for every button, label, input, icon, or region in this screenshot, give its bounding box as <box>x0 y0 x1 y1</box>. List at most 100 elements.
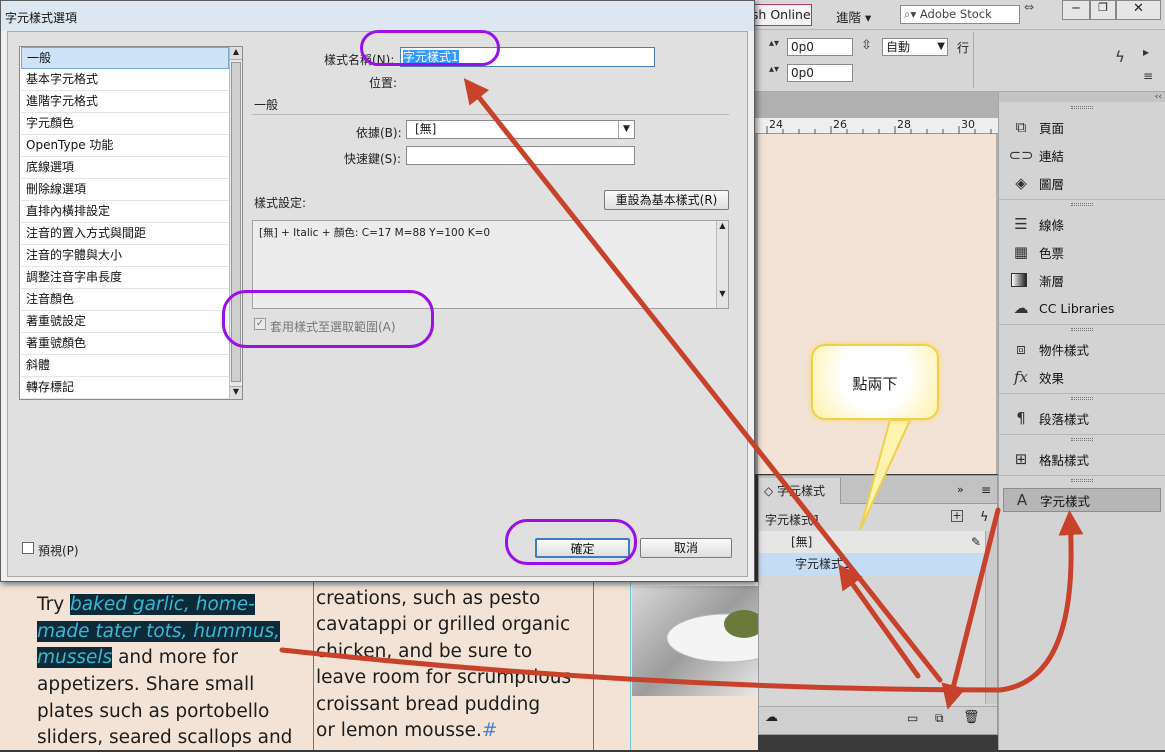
text-line[interactable]: mussels and more for <box>37 645 238 672</box>
panel-item-stroke[interactable]: ☰ 線條 <box>1011 212 1064 236</box>
divider <box>999 324 1165 325</box>
text-line[interactable]: Try baked garlic, home- <box>37 592 255 619</box>
grip-handle[interactable] <box>1071 106 1093 109</box>
list-item-selected[interactable]: 字元樣式1 <box>759 553 985 575</box>
apply-checkbox[interactable]: ✓ <box>254 318 266 330</box>
workspace-switcher[interactable]: 進階 ▾ <box>836 7 871 26</box>
new-style-icon[interactable]: ⧉ <box>935 711 944 726</box>
list-item[interactable]: 注音的字體與大小 <box>21 245 229 267</box>
edit-icon: ✎ <box>970 535 981 549</box>
list-item[interactable]: 斜體 <box>21 355 229 377</box>
sync-icon[interactable]: ⇔ <box>1024 0 1044 14</box>
baseline-field[interactable]: 0p0 <box>787 38 853 56</box>
panel-menu-icon[interactable]: ≡ <box>981 483 991 497</box>
minimize-button[interactable]: ─ <box>1062 0 1090 20</box>
list-item[interactable]: 基本字元格式 <box>21 69 229 91</box>
publish-online-label: sh Online <box>751 7 811 22</box>
panel-item-effects[interactable]: fx 效果 <box>1011 365 1064 389</box>
preview-checkbox[interactable] <box>22 542 34 554</box>
leading-field[interactable]: 自動 ▼ <box>882 38 948 56</box>
food-photo <box>632 586 788 696</box>
grip-handle[interactable] <box>1071 479 1093 482</box>
ruler-tick-label: 24 <box>769 118 783 131</box>
list-item[interactable]: 直排內橫排設定 <box>21 201 229 223</box>
cloud-icon[interactable]: ☁ <box>765 710 778 725</box>
list-item-selected[interactable]: 一般 <box>21 47 229 69</box>
scroll-down-icon[interactable]: ▼ <box>230 386 242 399</box>
add-style-icon[interactable]: + <box>951 510 963 522</box>
tab-character-styles[interactable]: ◇ 字元樣式 <box>759 478 841 504</box>
text-line[interactable]: creations, such as pesto <box>316 586 540 613</box>
restore-button[interactable]: ❐ <box>1090 0 1116 20</box>
grip-handle[interactable] <box>1071 203 1093 206</box>
expand-icon[interactable]: » <box>957 483 964 496</box>
selected-text: baked garlic, home- <box>70 594 255 615</box>
grip-handle[interactable] <box>1071 328 1093 331</box>
panel-item-links[interactable]: ⊂⊃ 連結 <box>1008 143 1064 167</box>
panel-item-gradient[interactable]: 漸層 <box>1011 268 1064 292</box>
panel-item-object-styles[interactable]: ⧈ 物件樣式 <box>1011 337 1089 361</box>
scrollbar[interactable] <box>985 531 997 704</box>
column-guide <box>593 582 594 750</box>
list-item[interactable]: 底線選項 <box>21 157 229 179</box>
style-name-input[interactable]: 字元樣式1 <box>400 47 655 67</box>
text-line[interactable]: chicken, and be sure to <box>316 639 532 666</box>
scrollbar[interactable]: ▲ ▼ <box>716 221 728 308</box>
list-item[interactable]: 刪除線選項 <box>21 179 229 201</box>
scroll-up-icon[interactable]: ▲ <box>230 47 242 60</box>
shift-field[interactable]: 0p0 <box>787 64 853 82</box>
ok-button[interactable]: 確定 <box>535 538 630 558</box>
text-line[interactable]: croissant bread pudding <box>316 692 540 719</box>
folder-icon[interactable]: ▭ <box>907 711 918 725</box>
text-line[interactable]: made tater tots, hummus, <box>37 619 281 646</box>
text-line[interactable]: sliders, seared scallops and <box>37 725 292 752</box>
text-line[interactable]: leave room for scrumptious <box>316 665 571 692</box>
stock-search-input[interactable]: ⌕▾ Adobe Stock <box>900 5 1020 24</box>
text-line[interactable]: cavatappi or grilled organic <box>316 612 570 639</box>
spinner-icon[interactable]: ▴▾ <box>769 64 779 75</box>
scroll-up-icon[interactable]: ▲ <box>717 221 728 230</box>
list-item[interactable]: 轉存標記 <box>21 377 229 399</box>
panel-item-grid-styles[interactable]: ⊞ 格點樣式 <box>1011 447 1089 471</box>
list-item[interactable]: 注音的置入方式與間距 <box>21 223 229 245</box>
list-item[interactable]: 進階字元格式 <box>21 91 229 113</box>
grip-handle[interactable] <box>1071 438 1093 441</box>
shortcut-input[interactable] <box>406 146 635 165</box>
lightning-icon[interactable]: ϟ <box>1115 48 1125 66</box>
text-line[interactable]: plates such as portobello <box>37 699 269 726</box>
cancel-button[interactable]: 取消 <box>640 538 732 558</box>
scrollbar-thumb[interactable] <box>231 62 241 382</box>
list-item[interactable]: 調整注音字串長度 <box>21 267 229 289</box>
trash-icon[interactable]: 🗑 <box>963 710 980 725</box>
apply-checkbox-label: 套用樣式至選取範圍(A) <box>270 320 396 334</box>
list-item[interactable]: 著重號顏色 <box>21 333 229 355</box>
based-on-select[interactable]: [無] ▼ <box>406 120 635 139</box>
panel-item-pages[interactable]: ⧉ 頁面 <box>1011 115 1064 139</box>
scrollbar[interactable]: ▲ ▼ <box>229 47 242 399</box>
reset-to-base-button[interactable]: 重設為基本樣式(R) <box>604 190 729 210</box>
links-icon: ⊂⊃ <box>1008 146 1034 164</box>
panel-item-cc-libraries[interactable]: ☁ CC Libraries <box>1011 296 1115 320</box>
panel-menu-icon[interactable]: ▸ ≡ <box>1143 40 1153 88</box>
scroll-down-icon[interactable]: ▼ <box>717 289 728 298</box>
panel-item-swatches[interactable]: ▦ 色票 <box>1011 240 1064 264</box>
text-line[interactable]: or lemon mousse.# <box>316 718 497 745</box>
close-button[interactable]: ✕ <box>1116 0 1161 20</box>
control-panel: ▴▾ 0p0 ⇳ 自動 ▼ 行 ▴▾ 0p0 ϟ ▸ ≡ <box>755 30 1165 92</box>
collapse-icon[interactable]: ‹‹ <box>999 92 1165 102</box>
list-item[interactable]: 字元顏色 <box>21 113 229 135</box>
panel-item-paragraph-styles[interactable]: ¶ 段落樣式 <box>1011 406 1089 430</box>
grip-handle[interactable] <box>1071 397 1093 400</box>
panel-item-character-styles[interactable]: A 字元樣式 <box>1003 488 1161 512</box>
panel-item-label: 效果 <box>1039 370 1065 386</box>
panel-item-label: 線條 <box>1039 217 1065 233</box>
spinner-icon[interactable]: ▴▾ <box>769 38 779 49</box>
text-line[interactable]: appetizers. Share small <box>37 672 254 699</box>
document-page <box>758 134 996 474</box>
list-item[interactable]: 注音顏色 <box>21 289 229 311</box>
list-item[interactable]: [無] ✎ <box>759 531 985 553</box>
panel-item-layers[interactable]: ◈ 圖層 <box>1011 171 1064 195</box>
lightning-icon[interactable]: ϟ <box>980 510 989 525</box>
list-item[interactable]: OpenType 功能 <box>21 135 229 157</box>
list-item[interactable]: 著重號設定 <box>21 311 229 333</box>
